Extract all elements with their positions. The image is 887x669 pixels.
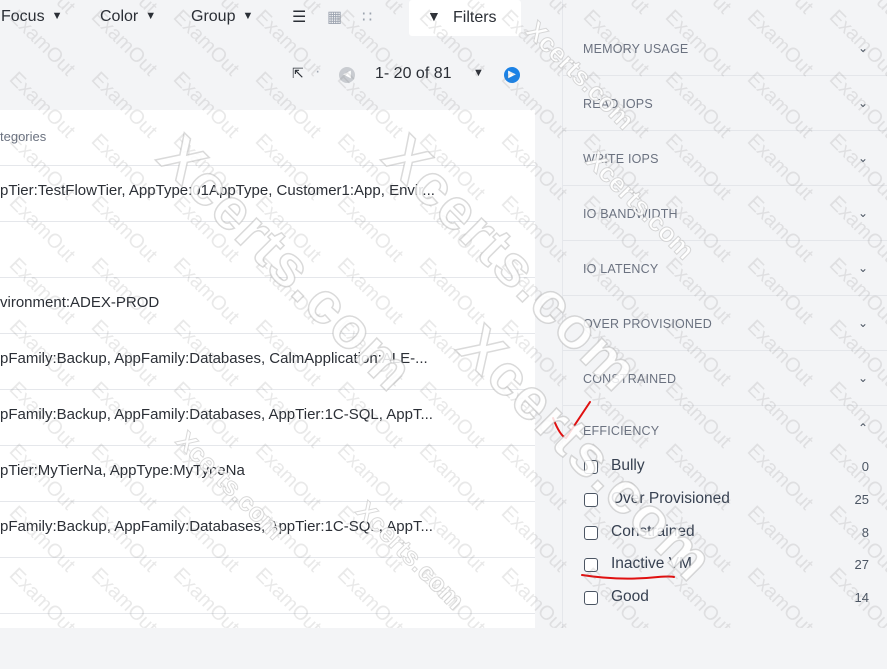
toolbar: Focus ▼ Color ▼ Group ▼ ☰ ▦ ∷ ▼ Filters: [0, 0, 535, 38]
section-constrained[interactable]: CONSTRAINED ⌄: [563, 350, 887, 406]
categories-cell: pTier:MyTierNa, AppType:MyTypeNa: [0, 462, 245, 479]
chevron-down-icon: ▼: [242, 10, 254, 22]
efficiency-option-constrained[interactable]: Constrained 8: [563, 518, 887, 551]
column-header-categories[interactable]: tegories: [0, 129, 46, 144]
checkbox[interactable]: [584, 493, 598, 507]
section-label: READ IOPS: [583, 97, 653, 111]
option-label: Over Provisioned: [611, 490, 730, 507]
section-efficiency[interactable]: EFFICIENCY ⌃: [563, 405, 887, 453]
section-label: IO LATENCY: [583, 262, 659, 276]
focus-dropdown[interactable]: Focus ▼: [1, 8, 62, 26]
chevron-down-icon: ⌄: [857, 95, 868, 110]
section-io-bandwidth[interactable]: IO BANDWIDTH ⌄: [563, 185, 887, 241]
option-label: Good: [611, 588, 649, 605]
option-count: 8: [861, 525, 869, 540]
efficiency-option-good[interactable]: Good 14: [563, 583, 887, 616]
filter-panel: MEMORY USAGE ⌄ READ IOPS ⌄ WRITE IOPS ⌄ IO …: [562, 0, 887, 628]
chevron-down-icon: ▼: [51, 10, 63, 22]
categories-cell: pFamily:Backup, AppFamily:Databases, App…: [0, 518, 433, 535]
section-over-provisioned[interactable]: OVER PROVISIONED ⌄: [563, 295, 887, 351]
section-label: EFFICIENCY: [583, 424, 660, 438]
entity-table: tegories pTier:TestFlowTier, AppType:01A…: [0, 110, 535, 628]
efficiency-option-over-provisioned[interactable]: Over Provisioned 25: [563, 485, 887, 518]
separator: ·: [315, 63, 321, 80]
group-dropdown[interactable]: Group ▼: [191, 8, 253, 26]
chevron-down-icon: ▼: [145, 10, 157, 22]
option-count: 14: [854, 590, 869, 605]
chevron-down-icon: ⌄: [857, 370, 868, 385]
focus-label: Focus: [1, 8, 45, 25]
categories-cell: vironment:ADEX-PROD: [0, 294, 160, 311]
option-count: 27: [854, 557, 869, 572]
chevron-down-icon: ⌄: [857, 315, 868, 330]
option-label: Constrained: [611, 523, 695, 540]
section-label: MEMORY USAGE: [583, 42, 689, 56]
checkbox[interactable]: [584, 591, 598, 605]
list-view-icon[interactable]: ☰: [292, 7, 306, 27]
table-row[interactable]: pTier:MyTierNa, AppType:MyTypeNa: [0, 445, 535, 501]
section-label: IO BANDWIDTH: [583, 207, 678, 221]
checkbox[interactable]: [584, 460, 598, 474]
export-icon[interactable]: ⇱: [292, 65, 304, 82]
section-read-iops[interactable]: READ IOPS ⌄: [563, 75, 887, 131]
table-row[interactable]: [0, 221, 535, 277]
option-count: 25: [854, 492, 869, 507]
section-write-iops[interactable]: WRITE IOPS ⌄: [563, 130, 887, 186]
section-io-latency[interactable]: IO LATENCY ⌄: [563, 240, 887, 296]
table-row[interactable]: [0, 613, 535, 669]
table-row[interactable]: vironment:ADEX-PROD: [0, 277, 535, 333]
tile-view-icon[interactable]: ∷: [362, 7, 372, 27]
color-label: Color: [100, 8, 139, 25]
categories-cell: pFamily:Backup, AppFamily:Databases, App…: [0, 406, 433, 423]
option-label: Bully: [611, 457, 645, 474]
chevron-down-icon: ⌄: [857, 260, 868, 275]
section-label: OVER PROVISIONED: [583, 317, 712, 331]
group-label: Group: [191, 8, 236, 25]
chevron-down-icon: ⌄: [857, 150, 868, 165]
table-row[interactable]: pFamily:Backup, AppFamily:Databases, Cal…: [0, 333, 535, 389]
chevron-down-icon: ⌄: [857, 205, 868, 220]
filters-label: Filters: [453, 9, 497, 26]
next-page-icon[interactable]: ▶: [504, 67, 520, 83]
option-count: 0: [861, 459, 869, 474]
prev-page-icon[interactable]: ◀: [339, 67, 355, 83]
section-label: CONSTRAINED: [583, 372, 677, 386]
categories-cell: pFamily:Backup, AppFamily:Databases, Cal…: [0, 350, 428, 367]
chevron-down-icon[interactable]: ▼: [473, 67, 484, 79]
section-label: WRITE IOPS: [583, 152, 659, 166]
table-row[interactable]: pTier:TestFlowTier, AppType:01AppType, C…: [0, 165, 535, 221]
efficiency-option-bully[interactable]: Bully 0: [563, 452, 887, 485]
grid-view-icon[interactable]: ▦: [327, 7, 342, 27]
table-row[interactable]: [0, 557, 535, 613]
filter-icon: ▼: [427, 8, 441, 24]
table-row[interactable]: pFamily:Backup, AppFamily:Databases, App…: [0, 501, 535, 557]
categories-cell: pTier:TestFlowTier, AppType:01AppType, C…: [0, 182, 435, 199]
chevron-up-icon: ⌃: [857, 421, 868, 435]
table-row[interactable]: pFamily:Backup, AppFamily:Databases, App…: [0, 389, 535, 445]
checkbox[interactable]: [584, 558, 598, 572]
color-dropdown[interactable]: Color ▼: [100, 8, 156, 26]
efficiency-option-inactive-vm[interactable]: Inactive VM 27: [563, 550, 887, 583]
option-label: Inactive VM: [611, 555, 692, 572]
filters-button[interactable]: ▼ Filters: [409, 0, 521, 36]
chevron-down-icon: ⌄: [857, 40, 868, 55]
page-range: 1- 20 of 81: [375, 65, 452, 82]
pagination-bar: ⇱ · ◀ 1- 20 of 81 ▼ ▶: [0, 38, 535, 110]
section-memory-usage[interactable]: MEMORY USAGE ⌄: [563, 20, 887, 76]
checkbox[interactable]: [584, 526, 598, 540]
